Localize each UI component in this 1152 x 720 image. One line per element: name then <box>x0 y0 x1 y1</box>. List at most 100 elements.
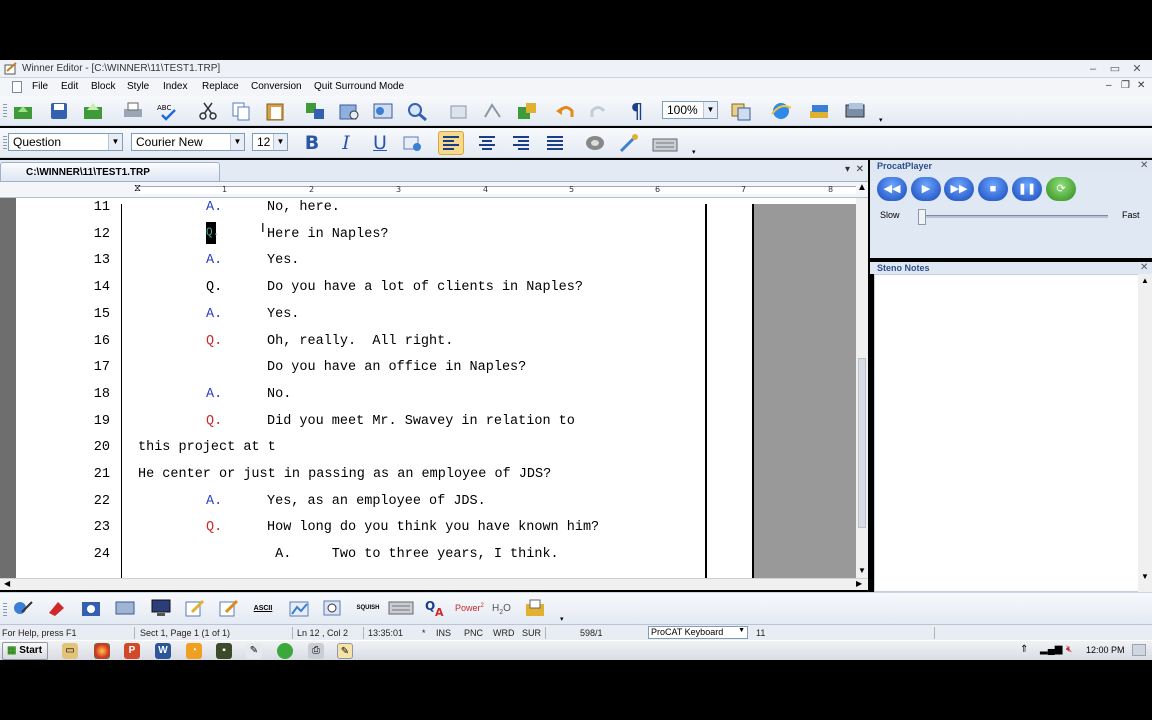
speed-slider-knob[interactable] <box>918 209 926 225</box>
transcript-line[interactable]: 12 Q. Here in Naples? <box>0 221 700 249</box>
winner-editor-task-icon[interactable]: ✎ <box>337 643 353 659</box>
dictionary-icon[interactable] <box>842 99 868 123</box>
transcript-line[interactable]: 18 A. No. <box>0 387 700 409</box>
monitor-icon[interactable] <box>148 596 174 620</box>
transcript-line[interactable]: 23 Q. How long do you think you have known… <box>0 520 700 542</box>
timer-icon[interactable] <box>78 596 104 620</box>
rewind-icon[interactable]: ◀◀ <box>877 177 907 201</box>
scrollbar-thumb[interactable] <box>858 358 866 528</box>
mark-icon[interactable] <box>44 596 70 620</box>
replace-icon[interactable] <box>302 99 328 123</box>
pilcrow-icon[interactable]: ¶ <box>624 99 650 123</box>
transcript-line[interactable]: 11 A. No, here. <box>0 200 700 222</box>
toolbar-grip[interactable] <box>3 603 7 617</box>
status-sur[interactable]: SUR <box>522 628 541 638</box>
cut-icon[interactable] <box>195 99 221 123</box>
scan-icon[interactable] <box>522 596 548 620</box>
scroll-down-icon[interactable]: ▼ <box>858 566 866 575</box>
keyboard-icon[interactable] <box>652 131 678 155</box>
printer-taskbar-icon[interactable]: ⎙ <box>308 643 324 659</box>
mdi-minimize-button[interactable]: – <box>1106 80 1112 91</box>
play-icon[interactable]: ▶ <box>911 177 941 201</box>
status-pnc[interactable]: PNC <box>464 628 483 638</box>
format-settings-icon[interactable] <box>400 131 426 155</box>
chart-icon[interactable] <box>286 596 312 620</box>
toolbar-grip[interactable] <box>3 104 7 118</box>
close-button[interactable]: ✕ <box>1128 62 1146 76</box>
procat-close-icon[interactable]: ✕ <box>1140 160 1148 171</box>
magic-wand-icon[interactable] <box>616 131 642 155</box>
align-justify-icon[interactable] <box>542 131 568 155</box>
internet-explorer-icon[interactable] <box>768 99 794 123</box>
sync-icon[interactable]: ⟳ <box>1046 177 1076 201</box>
scroll-left-icon[interactable]: ◀ <box>4 579 10 588</box>
folder-icon[interactable]: ▭ <box>62 643 78 659</box>
powerpoint-icon[interactable]: P <box>124 643 140 659</box>
transcript-line[interactable]: 19 Q. Did you meet Mr. Swavey in relation … <box>0 414 700 436</box>
menu-conversion[interactable]: Conversion <box>251 81 302 92</box>
scroll-right-icon[interactable]: ▶ <box>856 579 862 588</box>
font-size-select[interactable]: 12 ▼ <box>252 133 288 151</box>
clock[interactable]: 12:00 PM <box>1086 645 1125 655</box>
redo-icon[interactable] <box>586 99 612 123</box>
network-signal-icon[interactable]: ▂▄▆ <box>1040 644 1062 655</box>
tab-close-icon[interactable]: ✕ <box>856 164 864 175</box>
squish-button[interactable]: SQUISH <box>352 596 384 620</box>
firefox-icon[interactable]: ◔ <box>186 643 202 659</box>
translate-icon[interactable] <box>480 99 506 123</box>
menu-style[interactable]: Style <box>127 81 149 92</box>
edit-note-icon[interactable] <box>182 596 208 620</box>
fast-forward-icon[interactable]: ▶▶ <box>944 177 974 201</box>
network-icon[interactable] <box>112 596 138 620</box>
style-select[interactable]: Question ▼ <box>8 133 123 151</box>
export-icon[interactable] <box>80 99 106 123</box>
qa-icon[interactable]: QA <box>422 596 448 620</box>
vertical-scrollbar[interactable]: ▼ <box>856 198 868 578</box>
menu-replace[interactable]: Replace <box>202 81 239 92</box>
toolbar-grip[interactable] <box>3 136 7 150</box>
ruler-indent-marker-icon[interactable]: ⧖ <box>134 183 141 194</box>
start-button[interactable]: ▦ Start <box>2 642 48 660</box>
toolbar-overflow-icon[interactable]: ▾ <box>560 615 564 623</box>
transcript-line[interactable]: 14 Q. Do you have a lot of clients in Napl… <box>0 280 700 302</box>
toolbar-overflow-icon[interactable]: ▾ <box>692 148 696 156</box>
show-desktop-button[interactable] <box>1132 644 1146 656</box>
scroll-down-icon[interactable]: ▼ <box>1141 572 1149 581</box>
transcript-line[interactable]: 24 A. Two to three years, I think. <box>0 547 700 569</box>
menu-index[interactable]: Index <box>163 81 187 92</box>
italic-button[interactable]: I <box>332 132 360 154</box>
books-icon[interactable] <box>806 99 832 123</box>
steno-icon[interactable] <box>446 99 472 123</box>
ascii-button[interactable]: ASCII <box>250 596 276 620</box>
h2o-button[interactable]: H2O <box>492 603 511 616</box>
maximize-button[interactable]: ▭ <box>1106 62 1124 76</box>
save-icon[interactable] <box>46 99 72 123</box>
menu-file[interactable]: File <box>32 81 48 92</box>
magnifier-icon[interactable] <box>320 596 346 620</box>
paste-icon[interactable] <box>262 99 288 123</box>
speed-slider-track[interactable] <box>918 215 1108 218</box>
index-icon[interactable] <box>336 99 362 123</box>
underline-button[interactable]: U <box>366 132 394 154</box>
minimize-button[interactable]: – <box>1084 62 1102 76</box>
keyboard-icon[interactable] <box>388 596 414 620</box>
align-center-icon[interactable] <box>474 131 500 155</box>
font-select[interactable]: Courier New ▼ <box>131 133 245 151</box>
chrome-icon[interactable] <box>94 643 110 659</box>
status-ins[interactable]: INS <box>436 628 451 638</box>
transcript-line[interactable]: 13 A. Yes. <box>0 253 700 275</box>
undo-icon[interactable] <box>552 99 578 123</box>
speaker-icon[interactable] <box>582 131 608 155</box>
mdi-close-button[interactable]: ✕ <box>1137 80 1145 91</box>
pen-icon[interactable]: ✎ <box>246 643 262 659</box>
mdi-restore-button[interactable]: ❐ <box>1121 80 1130 91</box>
power2-button[interactable]: Power2 <box>455 603 484 613</box>
align-right-icon[interactable] <box>508 131 534 155</box>
transcript-line[interactable]: 15 A. Yes. <box>0 307 700 329</box>
keyboard-select[interactable]: ProCAT Keyboard ▼ <box>648 626 748 639</box>
menu-block[interactable]: Block <box>91 81 115 92</box>
steno-scrollbar[interactable]: ▲ ▼ <box>1138 274 1152 592</box>
bold-button[interactable]: B <box>298 132 326 154</box>
tray-expand-icon[interactable]: ⇑ <box>1020 644 1028 655</box>
transcript-lines[interactable]: 11 A. No, here. 12 Q. Here in Naples? 13 A. Yes.… <box>0 198 700 578</box>
